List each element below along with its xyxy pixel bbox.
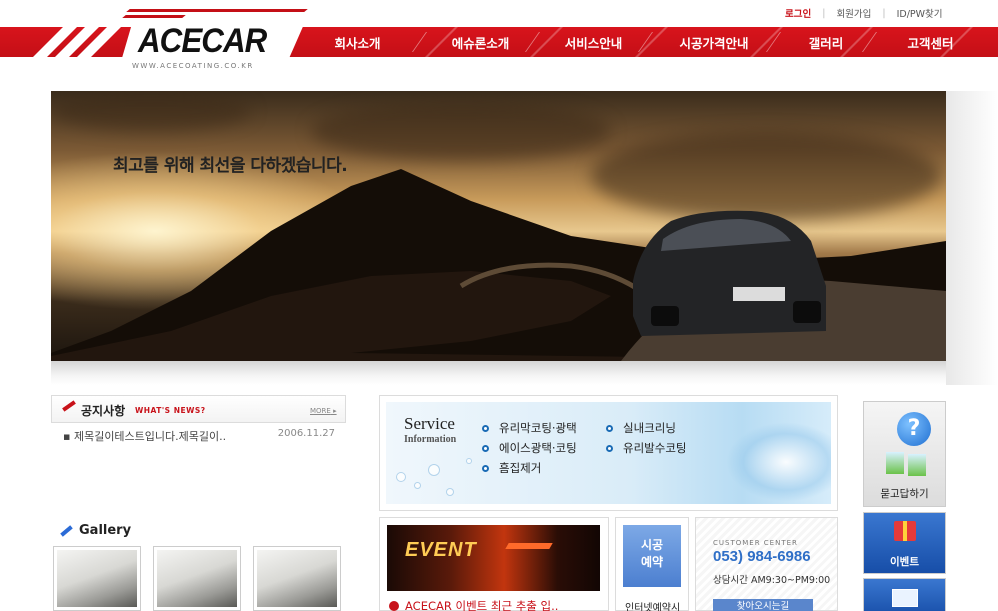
mail-button[interactable] — [863, 578, 946, 611]
bullet-icon — [482, 444, 489, 452]
join-link[interactable]: 회원가입 — [836, 6, 871, 20]
nav-gallery[interactable]: 갤러리 — [787, 33, 865, 52]
logo[interactable]: ACECAR WWW.ACECOATING.CO.KR — [0, 0, 320, 70]
service-item-water-repellent[interactable]: 유리발수코팅 — [606, 440, 686, 456]
gift-icon — [894, 521, 916, 541]
nav-customer[interactable]: 고객센터 — [883, 33, 978, 52]
service-item-glass-coating[interactable]: 유리막코팅·광택 — [482, 420, 577, 436]
service-subtitle: Information — [404, 434, 457, 445]
pen-icon — [60, 524, 73, 537]
customer-center-title: CUSTOMER CENTER — [713, 539, 798, 547]
separator: | — [882, 7, 886, 19]
qa-label: 묻고답하기 — [880, 488, 929, 500]
qa-button[interactable]: ? 묻고답하기 — [863, 401, 946, 507]
main-nav: 회사소개 에슈론소개 서비스안내 시공가격안내 갤러리 고객센터 — [300, 27, 978, 57]
bullet-icon — [606, 444, 613, 452]
page: { "util": {"login": "로그인", "join": "회원가입… — [0, 0, 998, 611]
service-item-ace-polish[interactable]: 에이스광택·코팅 — [482, 440, 577, 456]
nav-service[interactable]: 서비스안내 — [546, 33, 641, 52]
notice-more-link[interactable]: MORE ▸ — [310, 407, 337, 415]
customer-hours: 상담시간 AM9:30~PM9:00 — [713, 575, 831, 586]
bullet-icon — [606, 424, 613, 432]
notice-header: 공지사항 WHAT'S NEWS? MORE ▸ — [51, 395, 346, 423]
event-side-button[interactable]: 이벤트 — [863, 512, 946, 574]
question-icon: ? — [897, 412, 931, 446]
event-box: EVENT ACECAR 이벤트 최근 추출 입.. — [379, 517, 609, 611]
notice-list-item[interactable]: ▪ 제목길이테스트입니다.제목길이.. 2006.11.27 — [63, 428, 335, 444]
mail-icon — [892, 589, 918, 607]
service-info-box: Service Information 유리막코팅·광택 실내크리닝 에이스광택… — [379, 395, 838, 511]
reservation-box: 시공 예약 인터넷예약시 — [615, 517, 689, 611]
logo-text: ACECAR — [138, 22, 267, 60]
arrow-icon — [505, 543, 553, 549]
login-link[interactable]: 로그인 — [785, 6, 811, 20]
gallery-header: Gallery — [60, 523, 131, 538]
notice-item-text: ▪ 제목길이테스트입니다.제목길이.. — [63, 430, 227, 443]
service-item-interior-cleaning[interactable]: 실내크리닝 — [606, 420, 676, 436]
hero-banner: 최고를 위해 최선을 다하겠습니다. — [51, 91, 946, 361]
event-link[interactable]: ACECAR 이벤트 최근 추출 입.. — [389, 598, 558, 611]
logo-url: WWW.ACECOATING.CO.KR — [132, 62, 254, 70]
utility-links: 로그인 | 회원가입 | ID/PW찾기 — [785, 6, 943, 21]
gallery-thumbnail[interactable] — [53, 546, 141, 611]
customer-phone: 053) 984-6986 — [713, 548, 811, 565]
gallery-thumbnail[interactable] — [253, 546, 341, 611]
bullet-icon — [482, 424, 489, 432]
cards-icon — [886, 452, 926, 476]
event-side-label: 이벤트 — [890, 556, 919, 568]
reservation-button[interactable]: 시공 예약 — [623, 525, 681, 587]
nav-price[interactable]: 시공가격안내 — [659, 33, 769, 52]
pen-icon — [62, 400, 76, 412]
service-title: Service — [404, 414, 455, 433]
gallery-thumbnail[interactable] — [153, 546, 241, 611]
notice-item-date: 2006.11.27 — [277, 428, 335, 439]
service-item-scratch-removal[interactable]: 흠집제거 — [482, 460, 541, 476]
gallery-title: Gallery — [79, 523, 132, 538]
car-illustration — [633, 210, 826, 336]
directions-button[interactable]: 찾아오시는길 — [713, 599, 813, 611]
separator: | — [822, 7, 826, 19]
find-id-pw-link[interactable]: ID/PW찾기 — [897, 6, 943, 20]
landscape-illustration — [51, 169, 946, 361]
notice-title: 공지사항 — [81, 404, 126, 418]
nav-echelon[interactable]: 에슈론소개 — [433, 33, 528, 52]
play-icon — [389, 601, 399, 611]
bullet-icon — [482, 464, 489, 472]
notice-subtitle: WHAT'S NEWS? — [135, 406, 206, 415]
hero-tagline: 최고를 위해 최선을 다하겠습니다. — [113, 156, 348, 176]
event-banner[interactable]: EVENT — [387, 525, 600, 591]
customer-center: CUSTOMER CENTER 053) 984-6986 상담시간 AM9:3… — [695, 517, 838, 611]
event-banner-text: EVENT — [405, 539, 477, 561]
nav-company[interactable]: 회사소개 — [300, 33, 415, 52]
reservation-label: 인터넷예약시 — [625, 603, 681, 611]
